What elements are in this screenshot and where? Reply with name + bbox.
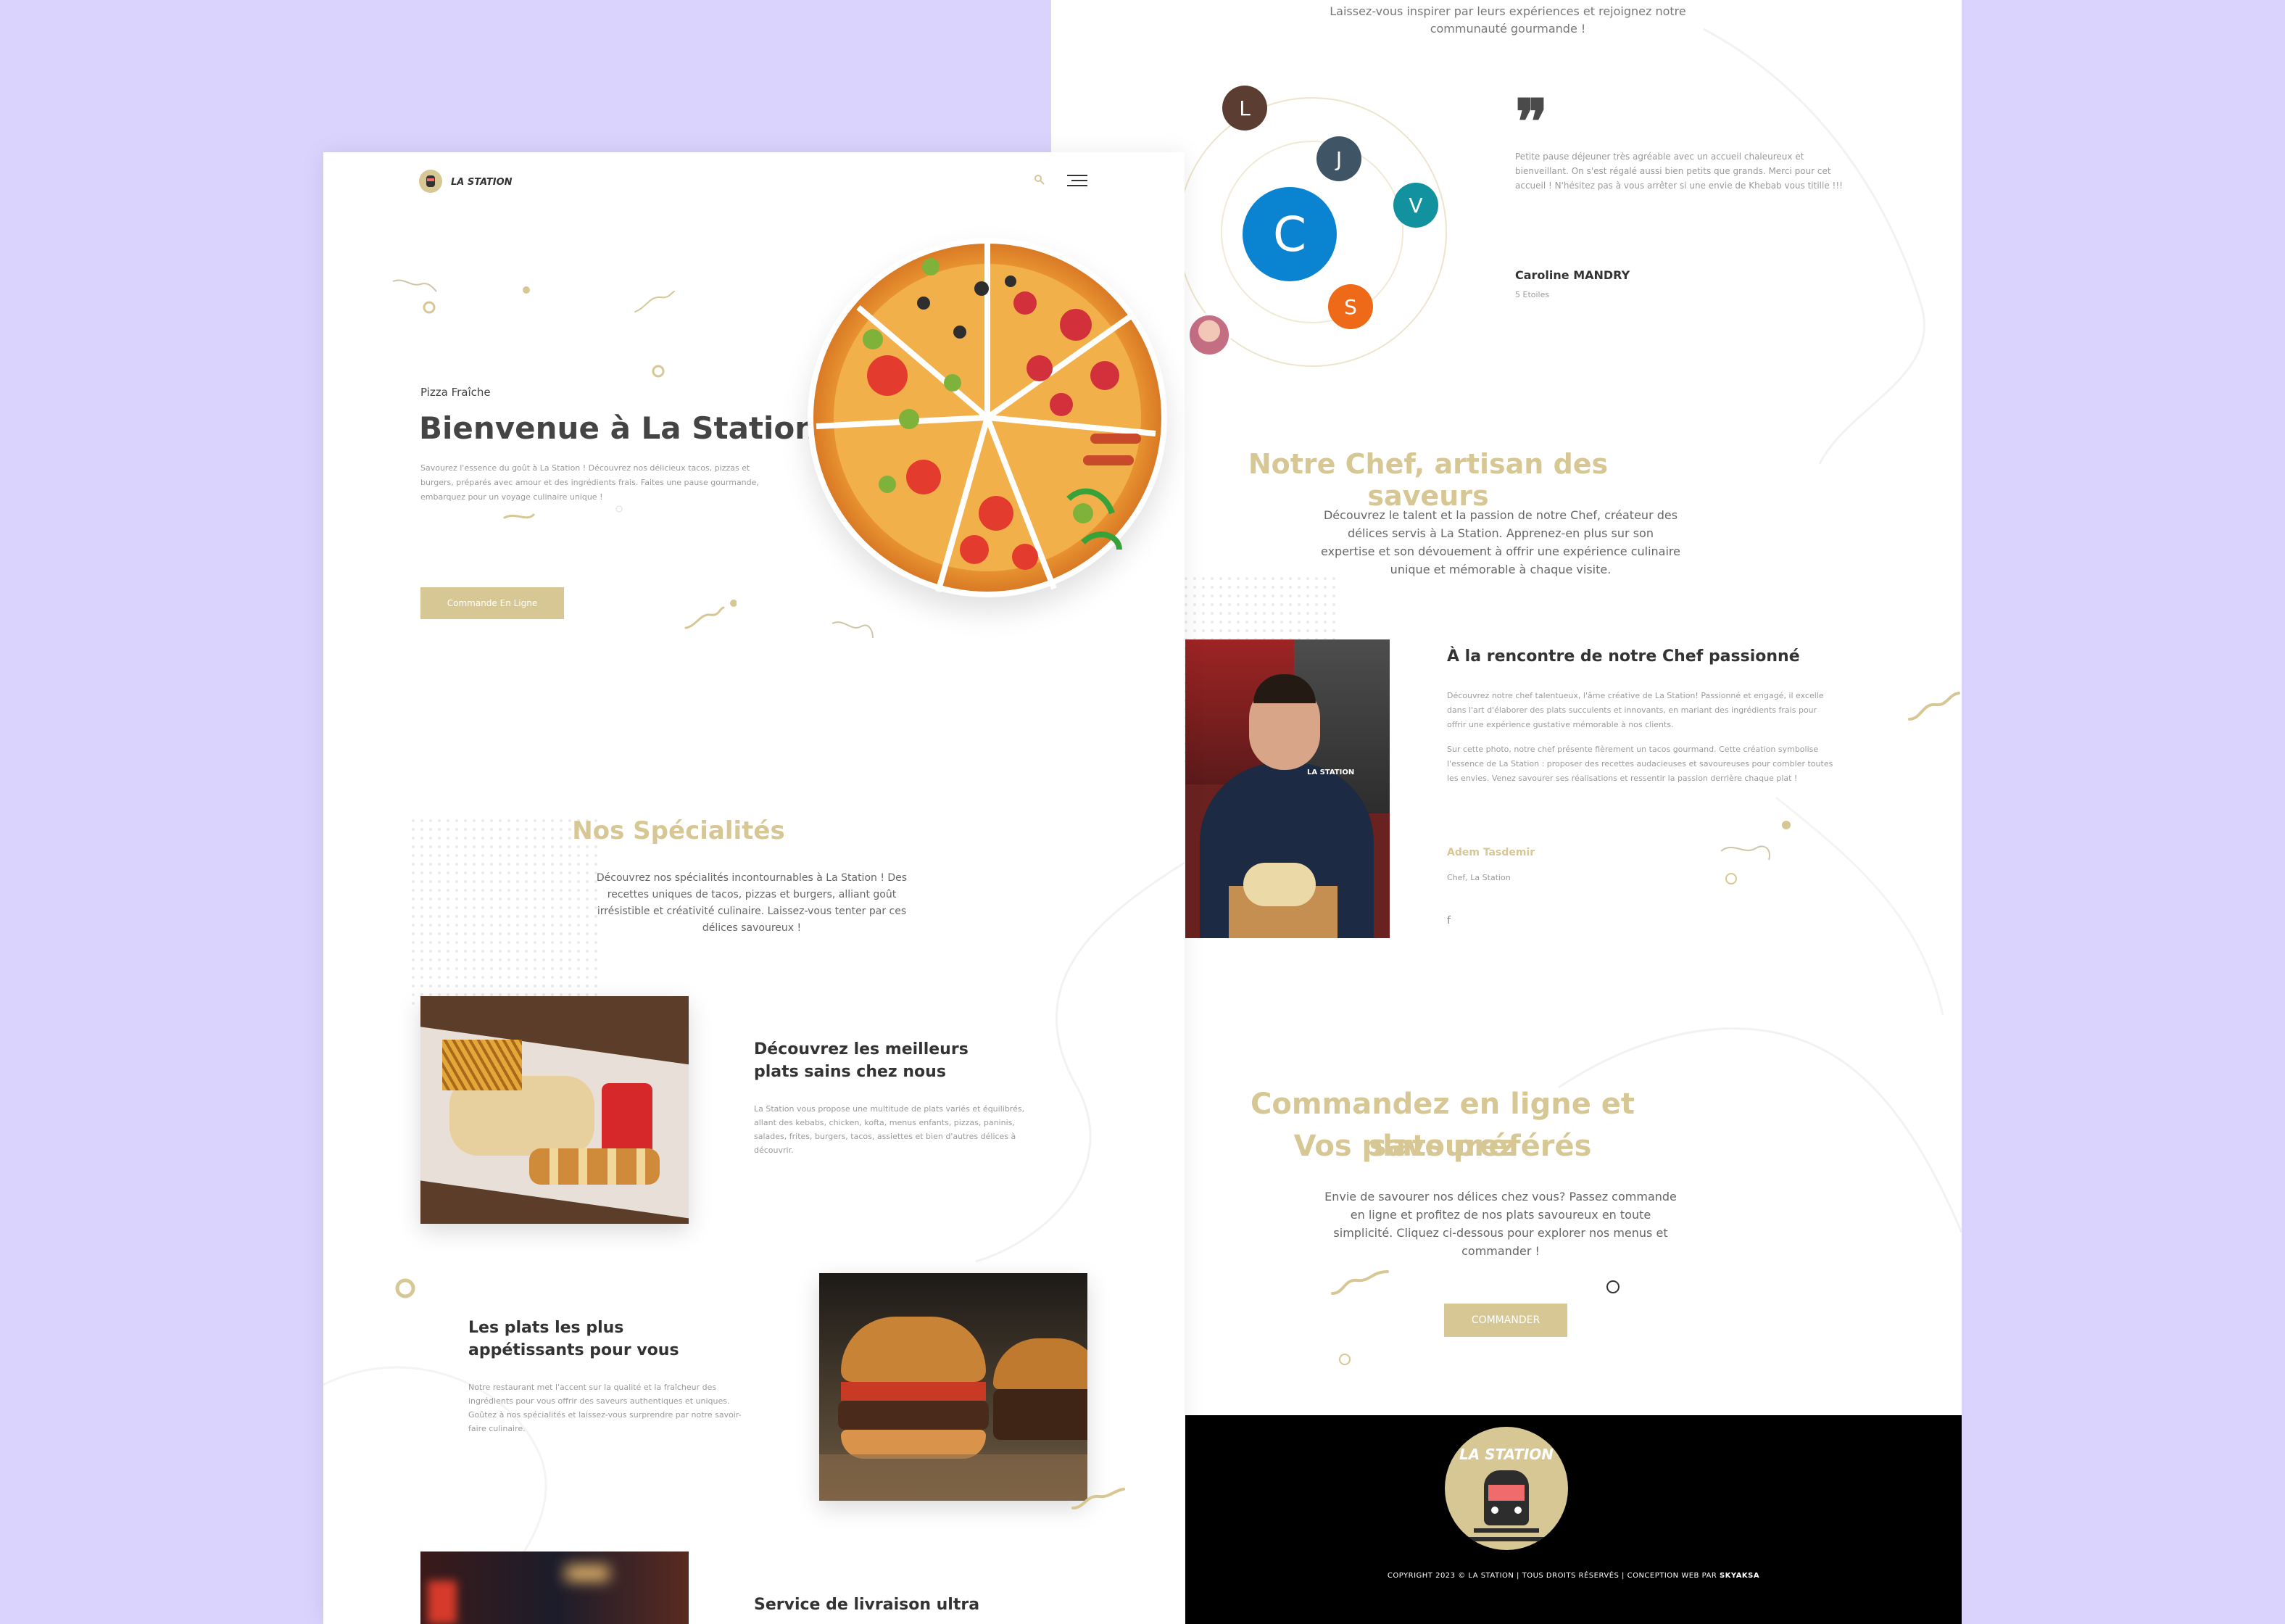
avatar-v[interactable]: V (1393, 183, 1438, 228)
commander-button[interactable]: COMMANDER (1444, 1304, 1567, 1337)
credit-link[interactable]: SKYAKSA (1720, 1572, 1759, 1580)
reviewer-name: Caroline MANDRY (1515, 268, 1630, 282)
dot-decoration (1782, 821, 1791, 829)
hero-eyebrow: Pizza Fraîche (420, 386, 491, 399)
squiggle-decoration (1071, 1488, 1125, 1509)
avatar-letter: L (1239, 96, 1251, 120)
chef-photo: LA STATION (1185, 639, 1390, 938)
item1-title-line-1: Découvrez les meilleurs (754, 1040, 969, 1058)
ring-decoration (1606, 1280, 1620, 1293)
item2-title-line-2: appétissants pour vous (468, 1341, 679, 1359)
item1-text: La Station vous propose une multitude de… (754, 1104, 1025, 1155)
footer: LA STATION COPYRIGHT 2023 © LA STATION |… (1185, 1415, 1962, 1624)
chef-role: Chef, La Station (1447, 873, 1511, 882)
specialties-intro: Découvrez nos spécialités incontournable… (596, 872, 908, 934)
footer-copyright: COPYRIGHT 2023 © LA STATION | TOUS DROIT… (1185, 1572, 1962, 1580)
avatar-letter: J (1335, 146, 1343, 171)
copyright-text: COPYRIGHT 2023 © LA STATION | TOUS DROIT… (1387, 1572, 1720, 1580)
footer-logo[interactable]: LA STATION (1445, 1427, 1568, 1550)
order-title-line-2: Vos plats préférés (1293, 1130, 1592, 1163)
chef-heading: À la rencontre de notre Chef passionné (1447, 647, 1800, 666)
food-photo-kebab (420, 996, 689, 1224)
item2-text: Notre restaurant met l'accent sur la qua… (468, 1383, 742, 1433)
order-online-button[interactable]: Commande En Ligne (420, 587, 564, 619)
order-text: Envie de savourer nos délices chez vous?… (1324, 1190, 1677, 1258)
testimonial-quote: Petite pause déjeuner très agréable avec… (1515, 152, 1843, 191)
avatar-s[interactable]: S (1328, 284, 1373, 329)
squiggle-decoration (1908, 692, 1960, 721)
chef-and-order-page: Laissez-vous inspirer par leurs expérien… (1051, 0, 1962, 1624)
food-photo-delivery (420, 1552, 689, 1624)
specialties-title: Nos Spécialités (572, 816, 785, 845)
search-icon[interactable] (1034, 174, 1045, 186)
ring-decoration (1339, 1354, 1351, 1365)
item1-title-line-2: plats sains chez nous (754, 1063, 946, 1081)
facebook-icon[interactable]: f (1447, 915, 1451, 927)
quote-icon: ❞ (1515, 86, 1548, 157)
avatar-letter: S (1344, 294, 1357, 319)
chef-name: Adem Tasdemir (1447, 847, 1535, 858)
home-page: LA STATION Pizza Fraîche Bienvenue à La … (323, 152, 1185, 1624)
logo-text[interactable]: LA STATION (451, 177, 513, 188)
avatar-letter: V (1409, 193, 1423, 218)
food-photo-burgers (819, 1273, 1087, 1501)
testimonial-intro: Laissez-vous inspirer par leurs expérien… (1330, 4, 1686, 36)
item2-title-line-1: Les plats les plus (468, 1319, 624, 1337)
ring-decoration (395, 1278, 415, 1298)
avatar-photo[interactable] (1187, 313, 1231, 357)
footer-logo-text: LA STATION (1459, 1446, 1554, 1463)
chef-paragraph-1: Découvrez notre chef talentueux, l'âme c… (1447, 691, 1824, 729)
chef-shirt-logo: LA STATION (1307, 768, 1355, 776)
avatar-letter: C (1272, 206, 1307, 262)
reviewer-rating: 5 Etoiles (1515, 290, 1550, 299)
squiggle-decoration (832, 621, 874, 639)
hero-description: Savourez l'essence du goût à La Station … (420, 463, 759, 502)
logo-icon[interactable] (419, 170, 442, 193)
pizza-illustration (808, 238, 1167, 597)
avatar-l[interactable]: L (1222, 86, 1267, 130)
squiggle-decoration (1331, 1270, 1389, 1295)
menu-icon[interactable] (1067, 174, 1089, 188)
hero-title: Bienvenue à La Station (419, 410, 817, 446)
chef-paragraph-2: Sur cette photo, notre chef présente fiè… (1447, 745, 1833, 783)
avatar-j[interactable]: J (1316, 136, 1361, 181)
avatar-c-main[interactable]: C (1243, 187, 1337, 281)
item3-title: Service de livraison ultra (754, 1596, 980, 1614)
chef-section-intro: Découvrez le talent et la passion de not… (1321, 508, 1680, 576)
squiggle-decoration (1720, 845, 1770, 884)
chef-section-title: Notre Chef, artisan des saveurs (1248, 448, 1609, 512)
